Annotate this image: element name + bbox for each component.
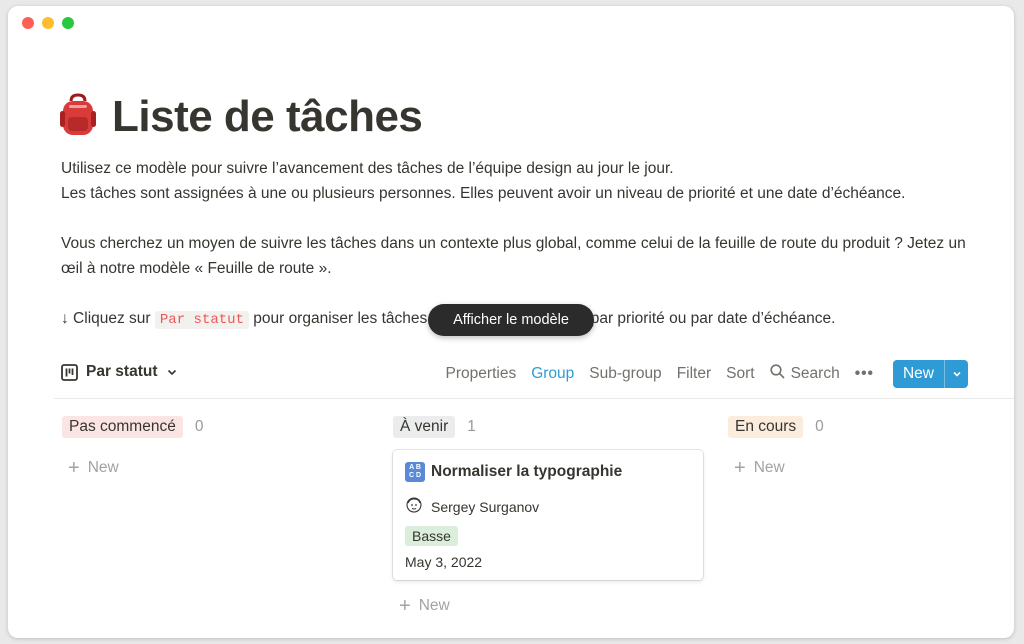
- search-icon: [769, 364, 785, 384]
- board-view-icon: [61, 363, 78, 381]
- due-date: May 3, 2022: [405, 554, 483, 570]
- template-tooltip[interactable]: Afficher le modèle: [428, 304, 594, 336]
- window-controls: [22, 17, 74, 29]
- app-window: Liste de tâches Utilisez ce modèle pour …: [8, 6, 1014, 638]
- avatar: [405, 496, 423, 517]
- group-button[interactable]: Group: [531, 365, 574, 383]
- search-button[interactable]: Search: [769, 364, 840, 384]
- status-tag: En cours: [728, 416, 804, 438]
- new-button-group: New: [892, 360, 968, 388]
- add-card-label: New: [753, 459, 785, 476]
- status-tag: Pas commencé: [62, 416, 183, 438]
- plus-icon: +: [734, 457, 746, 479]
- board-column: Pas commencé 0 + New: [62, 416, 372, 478]
- view-name: Par statut: [86, 363, 158, 380]
- new-button[interactable]: New: [892, 360, 944, 388]
- maximize-window-button[interactable]: [62, 17, 74, 29]
- new-dropdown-button[interactable]: [944, 360, 968, 388]
- chevron-down-icon: [952, 371, 961, 377]
- board-column: En cours 0 + New: [728, 416, 1014, 478]
- toolbar-divider: [54, 398, 1014, 399]
- more-options-button[interactable]: •••: [855, 365, 874, 383]
- column-header[interactable]: Pas commencé 0: [62, 416, 372, 438]
- add-card-button[interactable]: + New: [399, 596, 703, 616]
- task-card[interactable]: A BC D Normaliser la typographie Sergey …: [393, 450, 703, 580]
- database-toolbar: Par statut Properties Group Sub-group Fi…: [8, 358, 1014, 398]
- view-selector[interactable]: Par statut: [61, 363, 178, 381]
- add-card-label: New: [418, 597, 450, 614]
- add-card-label: New: [87, 459, 119, 476]
- minimize-window-button[interactable]: [42, 17, 54, 29]
- description-line: Utilisez ce modèle pour suivre l’avancem…: [61, 160, 674, 177]
- plus-icon: +: [399, 595, 411, 617]
- priority-badge: Basse: [405, 526, 458, 546]
- column-count: 0: [815, 418, 824, 435]
- assignee-name: Sergey Surganov: [431, 498, 540, 515]
- column-header[interactable]: À venir 1: [393, 416, 703, 438]
- page-header: Liste de tâches: [58, 92, 423, 142]
- inline-code: Par statut: [154, 311, 249, 329]
- column-count: 0: [194, 418, 204, 435]
- instruction-prefix: ↓ Cliquez sur: [61, 310, 151, 327]
- page-title[interactable]: Liste de tâches: [112, 92, 423, 142]
- add-card-button[interactable]: + New: [734, 458, 1014, 478]
- search-label: Search: [790, 365, 840, 382]
- add-card-button[interactable]: + New: [68, 458, 372, 478]
- filter-button[interactable]: Filter: [677, 365, 711, 383]
- description-line: Les tâches sont assignées à une ou plusi…: [61, 185, 906, 202]
- column-header[interactable]: En cours 0: [728, 416, 1014, 438]
- properties-button[interactable]: Properties: [446, 365, 517, 383]
- plus-icon: +: [68, 457, 80, 479]
- card-title: Normaliser la typographie: [431, 463, 623, 480]
- description-line: Vous cherchez un moyen de suivre les tâc…: [61, 235, 966, 277]
- status-tag: À venir: [393, 416, 456, 438]
- close-window-button[interactable]: [22, 17, 34, 29]
- board-column: À venir 1 A BC D Normaliser la typograph…: [393, 416, 703, 616]
- sort-button[interactable]: Sort: [726, 365, 754, 383]
- card-title-row: A BC D Normaliser la typographie: [405, 462, 691, 482]
- chevron-down-icon: [166, 366, 178, 378]
- toolbar-actions: Properties Group Sub-group Filter Sort S…: [446, 360, 968, 388]
- column-count: 1: [467, 418, 476, 435]
- card-assignee: Sergey Surganov: [405, 496, 691, 517]
- abcd-icon: A BC D: [405, 462, 425, 482]
- subgroup-button[interactable]: Sub-group: [589, 365, 661, 383]
- backpack-icon[interactable]: [58, 92, 98, 142]
